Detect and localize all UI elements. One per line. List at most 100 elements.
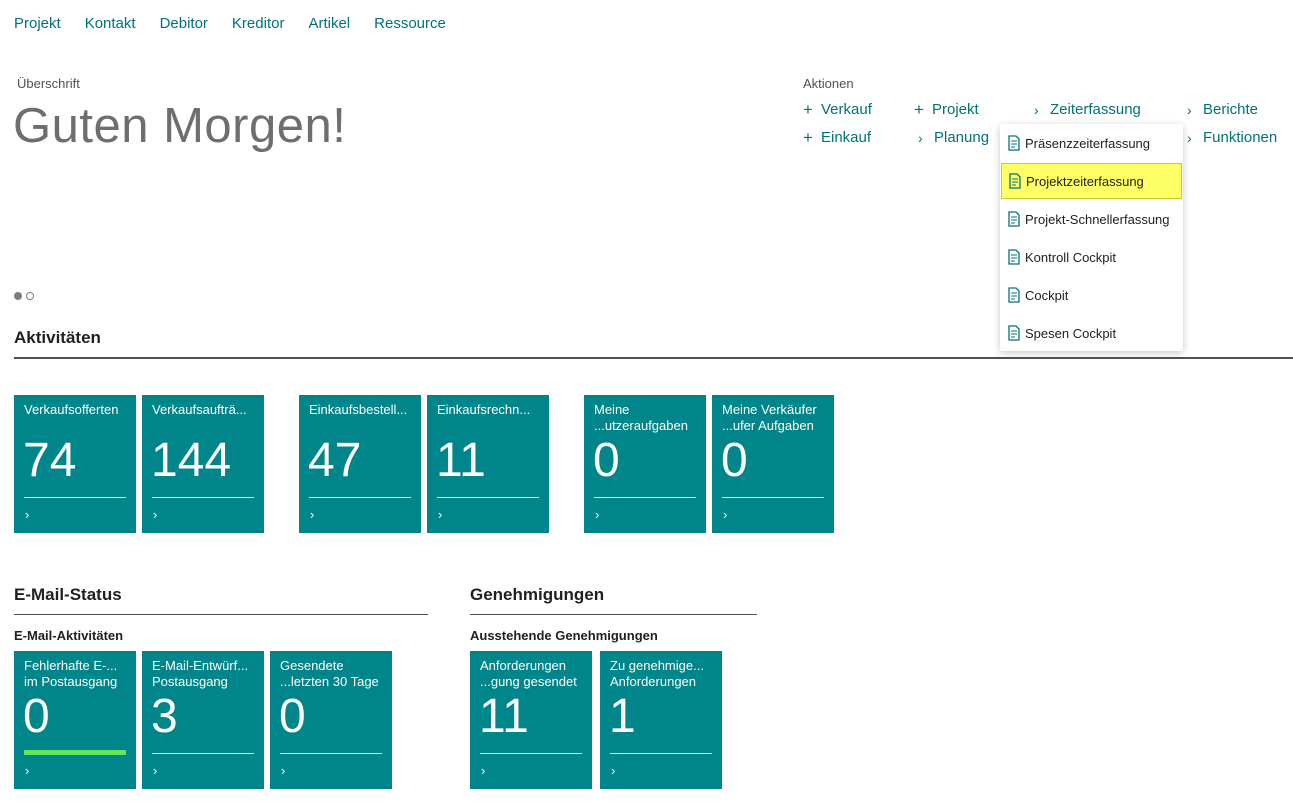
activities-title: Aktivitäten xyxy=(14,328,101,347)
action-funktionen-label: Funktionen xyxy=(1203,129,1278,146)
tile-einkaufsbestellungen[interactable]: Einkaufsbestell... 47 › xyxy=(299,395,421,533)
tile-divider xyxy=(610,753,712,754)
tile-einkaufsrechnungen[interactable]: Einkaufsrechn... 11 › xyxy=(427,395,549,533)
tile-verkaufsauftraege[interactable]: Verkaufsaufträ... 144 › xyxy=(142,395,264,533)
tile-label: E-Mail-Entwürf... Postausgang xyxy=(152,658,249,689)
report-page-icon xyxy=(1008,325,1020,341)
tile-divider xyxy=(480,753,582,754)
tile-email-entwuerfe[interactable]: E-Mail-Entwürf... Postausgang 3 › xyxy=(142,651,264,789)
action-projekt[interactable]: + Projekt xyxy=(914,101,979,118)
action-einkauf-label: Einkauf xyxy=(821,129,872,146)
chevron-right-icon: › xyxy=(153,507,158,522)
tile-meine-verkaeufer-aufgaben[interactable]: Meine Verkäufer ...ufer Aufgaben 0 › xyxy=(712,395,834,533)
action-berichte-label: Berichte xyxy=(1203,101,1259,118)
nav-artikel[interactable]: Artikel xyxy=(308,15,350,32)
report-page-icon xyxy=(1008,211,1020,227)
chevron-right-icon: › xyxy=(595,507,600,522)
chevron-right-icon: › xyxy=(1187,101,1192,118)
action-zeiterfassung[interactable]: › Zeiterfassung xyxy=(1034,101,1141,118)
tile-value: 1 xyxy=(609,690,636,743)
chevron-right-icon: › xyxy=(918,129,923,146)
plus-icon: + xyxy=(803,128,813,147)
nav-projekt[interactable]: Projekt xyxy=(14,15,61,32)
tile-label: Gesendete ...letzten 30 Tage xyxy=(280,658,379,689)
nav-debitor[interactable]: Debitor xyxy=(160,15,208,32)
report-page-icon xyxy=(1008,287,1020,303)
chevron-right-icon: › xyxy=(1187,129,1192,146)
tile-anforderungen-gesendet[interactable]: Anforderungen ...gung gesendet 11 › xyxy=(470,651,592,789)
action-funktionen[interactable]: › Funktionen xyxy=(1187,129,1277,146)
tile-value: 0 xyxy=(721,434,748,487)
menu-item-kontroll-cockpit[interactable]: Kontroll Cockpit xyxy=(1001,239,1182,275)
tile-value: 144 xyxy=(151,434,232,487)
nav-kontakt[interactable]: Kontakt xyxy=(85,15,136,32)
action-einkauf[interactable]: + Einkauf xyxy=(803,129,871,146)
tile-value: 74 xyxy=(23,434,77,487)
tile-label: Einkaufsrechn... xyxy=(437,402,531,417)
action-verkauf[interactable]: + Verkauf xyxy=(803,101,872,118)
menu-item-label: Kontroll Cockpit xyxy=(1025,249,1117,265)
tile-meine-benutzeraufgaben[interactable]: Meine ...utzeraufgaben 0 › xyxy=(584,395,706,533)
greeting-text: Guten Morgen! xyxy=(13,99,347,153)
tile-label: Meine ...utzeraufgaben xyxy=(594,402,688,433)
action-projekt-label: Projekt xyxy=(932,101,979,118)
chevron-right-icon: › xyxy=(25,507,30,522)
nav-ressource[interactable]: Ressource xyxy=(374,15,446,32)
tile-value: 0 xyxy=(279,690,306,743)
tile-status-bar xyxy=(24,750,126,755)
pending-approvals-subtitle: Ausstehende Genehmigungen xyxy=(470,628,658,643)
action-zeiterfassung-label: Zeiterfassung xyxy=(1050,101,1141,118)
menu-item-label: Projektzeiterfassung xyxy=(1026,173,1144,189)
tile-zu-genehmigende-anforderungen[interactable]: Zu genehmige... Anforderungen 1 › xyxy=(600,651,722,789)
action-planung-label: Planung xyxy=(934,129,990,146)
tile-label: Fehlerhafte E-... im Postausgang xyxy=(24,658,118,689)
report-page-icon xyxy=(1008,249,1020,265)
plus-icon: + xyxy=(914,100,924,119)
nav-kreditor[interactable]: Kreditor xyxy=(232,15,285,32)
tile-divider xyxy=(437,497,539,498)
menu-item-label: Präsenzzeiterfassung xyxy=(1025,135,1151,151)
tile-verkaufsofferten[interactable]: Verkaufsofferten 74 › xyxy=(14,395,136,533)
tile-divider xyxy=(309,497,411,498)
plus-icon: + xyxy=(803,100,813,119)
tile-value: 0 xyxy=(593,434,620,487)
tile-gesendete-emails[interactable]: Gesendete ...letzten 30 Tage 0 › xyxy=(270,651,392,789)
menu-item-projekt-schnellerfassung[interactable]: Projekt-Schnellerfassung xyxy=(1001,201,1182,237)
menu-item-label: Spesen Cockpit xyxy=(1025,325,1117,341)
tile-label: Verkaufsaufträ... xyxy=(152,402,247,417)
chevron-right-icon: › xyxy=(438,507,443,522)
carousel-indicator xyxy=(14,292,34,300)
tile-fehlerhafte-emails[interactable]: Fehlerhafte E-... im Postausgang 0 › xyxy=(14,651,136,789)
tile-value: 11 xyxy=(436,434,486,487)
menu-item-praesenzzeiterfassung[interactable]: Präsenzzeiterfassung xyxy=(1001,125,1182,161)
headline-caption: Überschrift xyxy=(17,76,80,91)
menu-item-projektzeiterfassung[interactable]: Projektzeiterfassung xyxy=(1001,163,1182,199)
action-planung[interactable]: › Planung xyxy=(918,129,989,146)
menu-item-cockpit[interactable]: Cockpit xyxy=(1001,277,1182,313)
tile-divider xyxy=(152,753,254,754)
tile-divider xyxy=(722,497,824,498)
tile-divider xyxy=(24,497,126,498)
email-activities-subtitle: E-Mail-Aktivitäten xyxy=(14,628,124,643)
chevron-right-icon: › xyxy=(25,763,30,778)
tile-value: 3 xyxy=(151,690,178,743)
carousel-dot-icon[interactable] xyxy=(26,292,34,300)
carousel-dot-icon[interactable] xyxy=(14,292,22,300)
action-berichte[interactable]: › Berichte xyxy=(1187,101,1258,118)
report-page-icon xyxy=(1008,135,1020,151)
top-navigation: Projekt Kontakt Debitor Kreditor Artikel… xyxy=(14,15,470,32)
menu-item-label: Projekt-Schnellerfassung xyxy=(1025,211,1170,227)
approvals-title: Genehmigungen xyxy=(470,585,605,604)
chevron-right-icon: › xyxy=(611,763,616,778)
tile-value: 11 xyxy=(479,690,529,743)
email-status-divider xyxy=(14,614,428,615)
chevron-right-icon: › xyxy=(153,763,158,778)
zeiterfassung-dropdown: Präsenzzeiterfassung Projektzeiterfassun… xyxy=(1000,124,1183,351)
menu-item-label: Cockpit xyxy=(1025,287,1069,303)
menu-item-spesen-cockpit[interactable]: Spesen Cockpit xyxy=(1001,315,1182,351)
email-status-title: E-Mail-Status xyxy=(14,585,122,604)
tile-label: Meine Verkäufer ...ufer Aufgaben xyxy=(722,402,817,433)
chevron-right-icon: › xyxy=(1034,101,1039,118)
tile-value: 47 xyxy=(308,434,362,487)
report-page-icon xyxy=(1009,173,1021,189)
